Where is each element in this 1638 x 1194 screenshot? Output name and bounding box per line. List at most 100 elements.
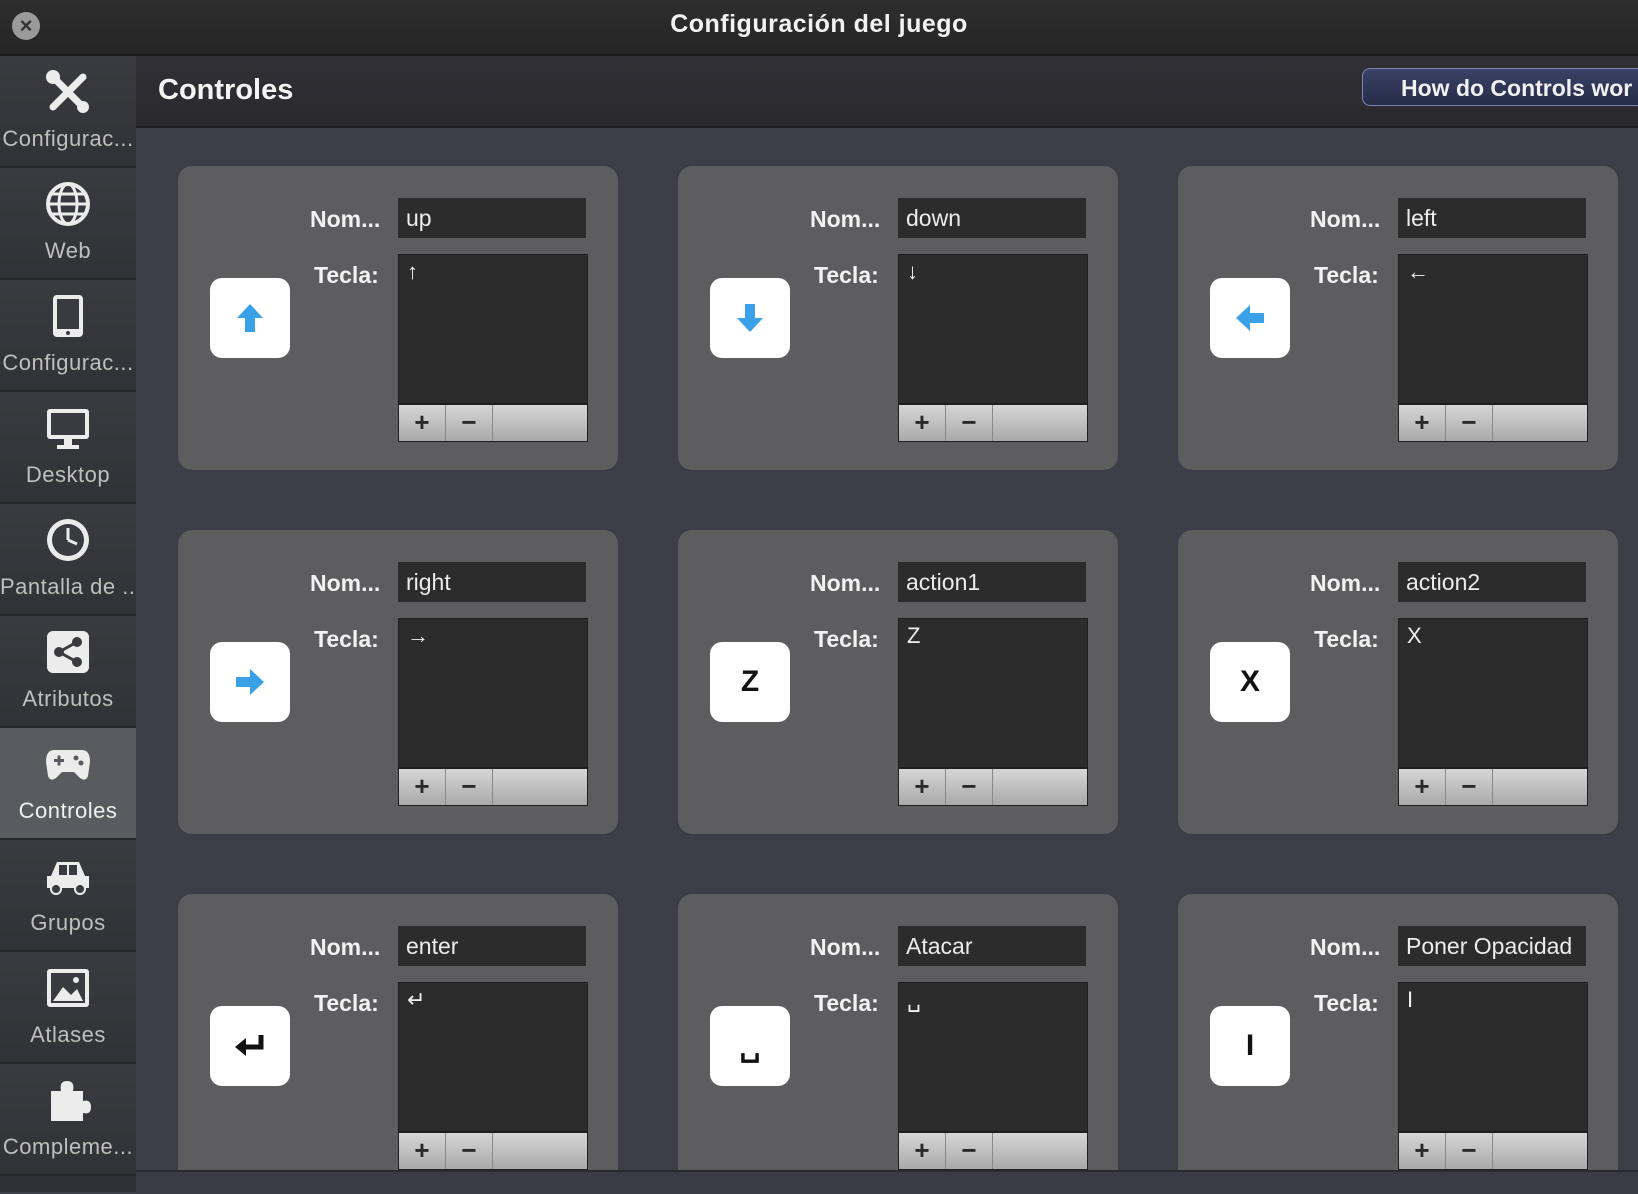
sidebar-item-pantalla[interactable]: Pantalla de ... xyxy=(0,504,136,616)
tools-icon xyxy=(0,66,136,118)
add-key-button[interactable]: + xyxy=(1399,1133,1446,1169)
sidebar-item-complementos[interactable]: Compleme... xyxy=(0,1064,136,1176)
key-value[interactable]: Z xyxy=(907,623,920,649)
sidebar-item-configuracion-movil[interactable]: Configurac... xyxy=(0,280,136,392)
arrow-up-icon xyxy=(210,278,290,358)
name-field[interactable] xyxy=(1398,926,1586,966)
add-key-button[interactable]: + xyxy=(899,1133,946,1169)
monitor-icon xyxy=(0,402,136,454)
name-label: Nom... xyxy=(810,934,881,960)
name-field[interactable] xyxy=(1398,562,1586,602)
title-bar: × Configuración del juego xyxy=(0,0,1638,56)
control-card: Nom... Tecla: ↑ + − xyxy=(178,166,618,470)
sidebar-item-configuracion[interactable]: Configurac... xyxy=(0,56,136,168)
remove-key-button[interactable]: − xyxy=(446,1133,493,1169)
sidebar-item-label: Web xyxy=(44,238,92,263)
puzzle-icon xyxy=(0,1074,136,1126)
key-value[interactable]: ↓ xyxy=(907,259,918,285)
key-list[interactable]: ← xyxy=(1398,254,1588,404)
name-label: Nom... xyxy=(1310,934,1381,960)
name-field[interactable] xyxy=(898,926,1086,966)
help-button[interactable]: How do Controls wor xyxy=(1362,68,1638,106)
key-list-toolbar: + − xyxy=(898,768,1088,806)
control-card: Nom... Tecla: ↓ + − xyxy=(678,166,1118,470)
add-key-button[interactable]: + xyxy=(1399,769,1446,805)
key-list[interactable]: ↑ xyxy=(398,254,588,404)
add-key-button[interactable]: + xyxy=(399,1133,446,1169)
sidebar-item-grupos[interactable]: Grupos xyxy=(0,840,136,952)
sidebar-item-atlases[interactable]: Atlases xyxy=(0,952,136,1064)
key-label: Tecla: xyxy=(1314,262,1379,288)
horizontal-scrollbar[interactable] xyxy=(136,1170,1638,1194)
key-list-toolbar: + − xyxy=(898,404,1088,442)
sidebar-item-label: Grupos xyxy=(30,910,106,935)
key-value[interactable]: ← xyxy=(1407,259,1429,285)
remove-key-button[interactable]: − xyxy=(446,769,493,805)
key-list-toolbar: + − xyxy=(1398,404,1588,442)
sidebar-item-controles[interactable]: Controles xyxy=(0,728,136,840)
add-key-button[interactable]: + xyxy=(399,769,446,805)
key-list-toolbar: + − xyxy=(398,1132,588,1170)
name-field[interactable] xyxy=(898,562,1086,602)
arrow-down-icon xyxy=(710,278,790,358)
sidebar-item-label: Controles xyxy=(18,798,118,823)
key-value[interactable]: ␣ xyxy=(907,987,921,1013)
gamepad-icon xyxy=(0,738,136,790)
name-label: Nom... xyxy=(310,934,381,960)
clock-icon xyxy=(0,514,136,566)
key-value[interactable]: I xyxy=(1407,987,1413,1013)
remove-key-button[interactable]: − xyxy=(946,769,993,805)
key-list[interactable]: X xyxy=(1398,618,1588,768)
add-key-button[interactable]: + xyxy=(899,405,946,441)
space-key-icon: ␣ xyxy=(710,1006,790,1086)
key-value[interactable]: ↑ xyxy=(407,259,418,285)
remove-key-button[interactable]: − xyxy=(946,405,993,441)
arrow-right-icon xyxy=(210,642,290,722)
globe-icon xyxy=(0,178,136,230)
name-field[interactable] xyxy=(398,562,586,602)
add-key-button[interactable]: + xyxy=(899,769,946,805)
sidebar-item-desktop[interactable]: Desktop xyxy=(0,392,136,504)
sidebar: Configurac... Web Configurac... Desktop … xyxy=(0,56,136,1192)
name-field[interactable] xyxy=(398,926,586,966)
remove-key-button[interactable]: − xyxy=(1446,769,1493,805)
name-field[interactable] xyxy=(398,198,586,238)
key-value[interactable]: X xyxy=(1407,623,1422,649)
key-list-toolbar: + − xyxy=(398,404,588,442)
sidebar-item-web[interactable]: Web xyxy=(0,168,136,280)
key-label: Tecla: xyxy=(814,990,879,1016)
add-key-button[interactable]: + xyxy=(399,405,446,441)
name-field[interactable] xyxy=(898,198,1086,238)
car-icon xyxy=(0,850,136,902)
sidebar-item-label: Atlases xyxy=(30,1022,106,1047)
key-list[interactable]: → xyxy=(398,618,588,768)
page-title: Controles xyxy=(158,74,294,106)
picture-icon xyxy=(0,962,136,1014)
sidebar-item-label: Compleme... xyxy=(2,1134,134,1159)
key-list[interactable]: ↵ xyxy=(398,982,588,1132)
key-z-icon: Z xyxy=(710,642,790,722)
key-label: Tecla: xyxy=(814,626,879,652)
key-list[interactable]: ↓ xyxy=(898,254,1088,404)
key-list[interactable]: Z xyxy=(898,618,1088,768)
remove-key-button[interactable]: − xyxy=(1446,405,1493,441)
name-label: Nom... xyxy=(1310,206,1381,232)
add-key-button[interactable]: + xyxy=(1399,405,1446,441)
name-field[interactable] xyxy=(1398,198,1586,238)
name-label: Nom... xyxy=(310,570,381,596)
sidebar-item-atributos[interactable]: Atributos xyxy=(0,616,136,728)
name-label: Nom... xyxy=(810,570,881,596)
key-label: Tecla: xyxy=(1314,990,1379,1016)
key-value[interactable]: → xyxy=(407,623,429,649)
key-value[interactable]: ↵ xyxy=(407,987,425,1013)
remove-key-button[interactable]: − xyxy=(446,405,493,441)
key-label: Tecla: xyxy=(314,262,379,288)
share-icon xyxy=(0,626,136,678)
control-card: I Nom... Tecla: I + − xyxy=(1178,894,1618,1170)
key-list[interactable]: I xyxy=(1398,982,1588,1132)
key-label: Tecla: xyxy=(1314,626,1379,652)
name-label: Nom... xyxy=(310,206,381,232)
key-list[interactable]: ␣ xyxy=(898,982,1088,1132)
remove-key-button[interactable]: − xyxy=(1446,1133,1493,1169)
remove-key-button[interactable]: − xyxy=(946,1133,993,1169)
